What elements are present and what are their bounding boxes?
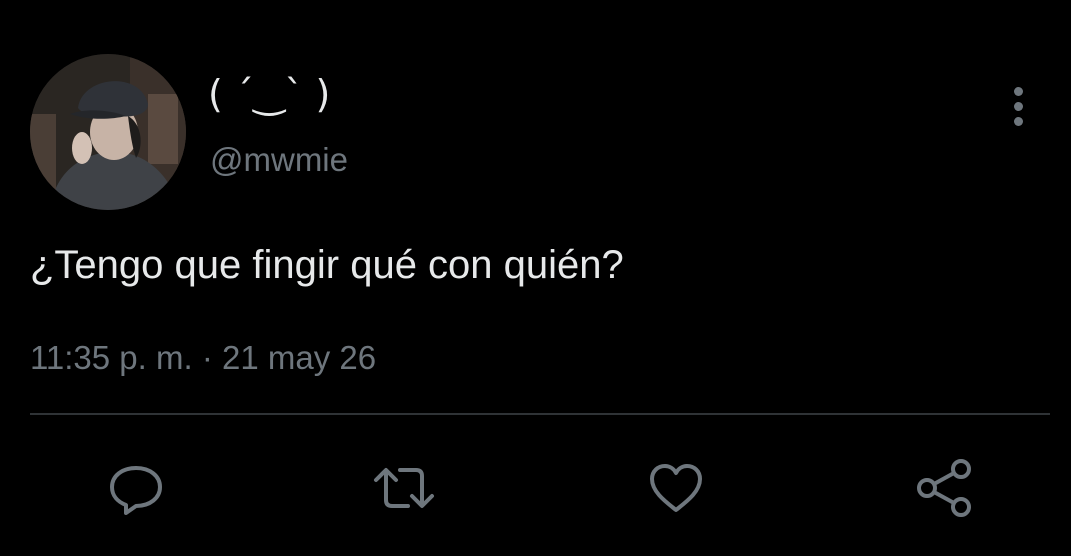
display-name[interactable]: ( ˊ‿ˋ ) bbox=[208, 70, 330, 118]
retweet-button[interactable] bbox=[372, 456, 436, 520]
like-button[interactable] bbox=[644, 456, 708, 520]
more-options-icon-dot bbox=[1013, 116, 1023, 126]
more-options-icon bbox=[1013, 86, 1023, 96]
avatar[interactable] bbox=[30, 54, 186, 210]
tweet-detail: ( ˊ‿ˋ ) @mwmie ¿Tengo que fingir qué con… bbox=[0, 0, 1071, 556]
more-options-icon-dot bbox=[1013, 101, 1023, 111]
reply-icon bbox=[110, 466, 162, 515]
divider bbox=[30, 413, 1050, 415]
user-handle[interactable]: @mwmie bbox=[210, 140, 348, 180]
more-options-button[interactable] bbox=[998, 82, 1038, 130]
profile-photo-icon bbox=[30, 54, 186, 210]
reply-button[interactable] bbox=[104, 456, 168, 520]
share-icon bbox=[917, 459, 971, 517]
tweet-text: ¿Tengo que fingir qué con quién? bbox=[30, 243, 624, 287]
share-button[interactable] bbox=[912, 456, 976, 520]
retweet-icon bbox=[374, 468, 434, 508]
heart-icon bbox=[650, 464, 702, 512]
tweet-timestamp[interactable]: 11:35 p. m. · 21 may 26 bbox=[30, 336, 376, 380]
